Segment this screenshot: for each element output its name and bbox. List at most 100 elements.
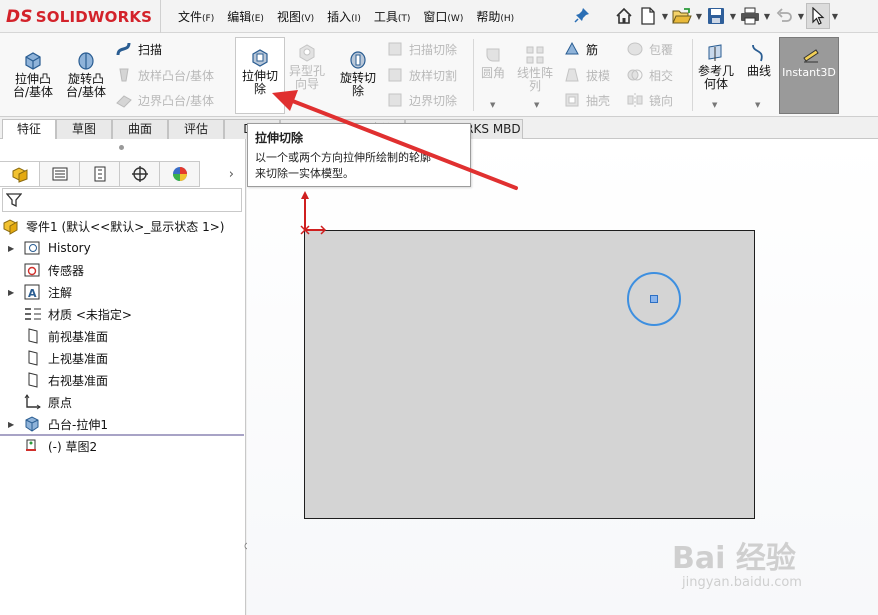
- watermark-main: Bai 经验: [672, 541, 796, 576]
- sweep-button[interactable]: 扫描: [115, 40, 162, 58]
- draft-button[interactable]: 拔模: [563, 66, 610, 84]
- tab-sketch[interactable]: 草图: [56, 119, 112, 139]
- select-icon[interactable]: [806, 3, 830, 29]
- tab-evaluate[interactable]: 评估: [168, 119, 224, 139]
- property-manager-tab[interactable]: [40, 161, 80, 187]
- open-icon[interactable]: [670, 3, 694, 29]
- boundary-cut-button[interactable]: 边界切除: [386, 91, 457, 109]
- loft-icon: [119, 68, 129, 82]
- save-icon[interactable]: [704, 3, 728, 29]
- tree-item-history[interactable]: ▶ History: [8, 237, 91, 259]
- loft-cut-button[interactable]: 放样切割: [386, 66, 457, 84]
- chevron-down-icon[interactable]: ▼: [755, 101, 760, 109]
- tree-item-origin[interactable]: 原点: [24, 391, 72, 413]
- menu-window[interactable]: 窗口(W): [423, 8, 463, 25]
- feature-manager-tab[interactable]: [0, 161, 40, 187]
- tab-features[interactable]: 特征: [2, 119, 56, 140]
- graphics-area[interactable]: Bai 经验 jingyan.baidu.com: [247, 139, 878, 615]
- sweep-cut-button[interactable]: 扫描切除: [386, 40, 457, 58]
- chevron-down-icon[interactable]: ▼: [712, 101, 717, 109]
- pin-icon[interactable]: [574, 7, 590, 23]
- chevron-down-icon[interactable]: ▼: [660, 12, 670, 21]
- history-icon: [24, 241, 40, 255]
- tooltip-description-line2: 来切除一实体模型。: [255, 167, 354, 180]
- chevron-down-icon[interactable]: ▼: [534, 101, 539, 109]
- revolve-boss-label: 旋转凸台/基体: [65, 72, 107, 99]
- chevron-right-icon[interactable]: ›: [200, 161, 240, 188]
- panel-collapse-handle[interactable]: [119, 145, 124, 150]
- rib-label: 筋: [586, 42, 599, 57]
- chevron-down-icon[interactable]: ▼: [490, 101, 495, 109]
- loft-boss-button[interactable]: 放样凸台/基体: [115, 66, 214, 84]
- hole-wizard-button[interactable]: 异型孔向导: [287, 43, 327, 91]
- shell-label: 抽壳: [586, 93, 611, 108]
- chevron-down-icon[interactable]: ▼: [728, 12, 738, 21]
- menu-edit[interactable]: 编辑(E): [227, 8, 264, 25]
- command-manager: 拉伸凸台/基体 旋转凸台/基体 扫描 放样凸台/基体 边界凸台/基体 拉伸切除 …: [0, 33, 878, 117]
- menu-view[interactable]: 视图(V): [277, 8, 314, 25]
- expand-icon[interactable]: ▶: [8, 420, 16, 429]
- chevron-down-icon[interactable]: ▼: [694, 12, 704, 21]
- tree-item-front-plane[interactable]: 前视基准面: [24, 325, 108, 347]
- menu-tools[interactable]: 工具(T): [374, 8, 411, 25]
- menu-file[interactable]: 文件(F): [178, 8, 214, 25]
- menu-help[interactable]: 帮助(H): [476, 8, 514, 25]
- tree-item-material[interactable]: 材质 <未指定>: [24, 303, 132, 325]
- configuration-manager-tab[interactable]: [80, 161, 120, 187]
- tree-item-sensors[interactable]: 传感器: [24, 259, 84, 281]
- loft-boss-label: 放样凸台/基体: [138, 68, 215, 83]
- revolve-cut-button[interactable]: 旋转切除: [335, 50, 381, 98]
- hole-wizard-label: 异型孔向导: [288, 64, 325, 91]
- menu-insert[interactable]: 插入(I): [327, 8, 361, 25]
- fillet-button[interactable]: 圆角: [478, 45, 508, 80]
- chevron-down-icon[interactable]: ▼: [830, 12, 840, 21]
- curves-icon: [752, 44, 763, 62]
- tree-root-part[interactable]: 零件1 (默认<<默认>_显示状态 1>): [2, 215, 224, 237]
- tree-item-boss-extrude1[interactable]: ▶ 凸台-拉伸1: [8, 413, 108, 435]
- tree-item-right-plane[interactable]: 右视基准面: [24, 369, 108, 391]
- display-manager-tab[interactable]: [160, 161, 200, 187]
- rib-button[interactable]: 筋: [563, 40, 598, 58]
- reference-geometry-button[interactable]: 参考几何体: [696, 43, 736, 91]
- tree-item-sketch2[interactable]: (-) 草图2: [24, 435, 97, 457]
- shell-icon: [565, 93, 579, 107]
- circle-center-point[interactable]: [650, 295, 658, 303]
- curves-button[interactable]: 曲线: [742, 43, 776, 78]
- tree-item-annotations[interactable]: ▶ A 注解: [8, 281, 72, 303]
- undo-icon[interactable]: [772, 3, 796, 29]
- mirror-icon: [627, 93, 643, 107]
- divider: [692, 39, 693, 111]
- filter-bar[interactable]: [2, 188, 242, 212]
- extrude-boss-button[interactable]: 拉伸凸台/基体: [9, 51, 57, 99]
- revolve-cut-label: 旋转切除: [339, 71, 376, 98]
- expand-icon[interactable]: ▶: [8, 288, 16, 297]
- revolve-boss-button[interactable]: 旋转凸台/基体: [62, 51, 110, 99]
- new-document-icon[interactable]: [636, 3, 660, 29]
- wrap-button[interactable]: 包覆: [626, 40, 673, 58]
- extrude-cut-icon: [252, 49, 268, 67]
- chevron-down-icon[interactable]: ▼: [796, 12, 806, 21]
- sketch-rectangle[interactable]: [304, 230, 755, 519]
- mirror-button[interactable]: 镜向: [626, 91, 673, 109]
- expand-icon[interactable]: ▶: [8, 244, 16, 253]
- tab-surfaces[interactable]: 曲面: [112, 119, 168, 139]
- print-icon[interactable]: [738, 3, 762, 29]
- intersect-button[interactable]: 相交: [626, 66, 673, 84]
- shell-button[interactable]: 抽壳: [563, 91, 610, 109]
- solidworks-logo[interactable]: DS SOLIDWORKS: [6, 6, 152, 28]
- home-icon[interactable]: [612, 3, 636, 29]
- instant3d-button[interactable]: Instant3D: [779, 37, 839, 114]
- material-icon: [25, 308, 41, 320]
- logo-prefix: DS: [6, 7, 33, 27]
- dimxpert-manager-tab[interactable]: [120, 161, 160, 187]
- rollback-bar[interactable]: [0, 434, 244, 436]
- chevron-down-icon[interactable]: ▼: [762, 12, 772, 21]
- boundary-boss-button[interactable]: 边界凸台/基体: [115, 91, 214, 109]
- tree-item-label: 凸台-拉伸1: [48, 417, 108, 432]
- extrude-cut-button[interactable]: 拉伸切除: [237, 48, 283, 96]
- linear-pattern-button[interactable]: 线性阵列: [513, 45, 557, 93]
- sketch-icon: [26, 439, 36, 451]
- tree-item-top-plane[interactable]: 上视基准面: [24, 347, 108, 369]
- divider: [160, 0, 161, 33]
- fillet-label: 圆角: [480, 66, 505, 80]
